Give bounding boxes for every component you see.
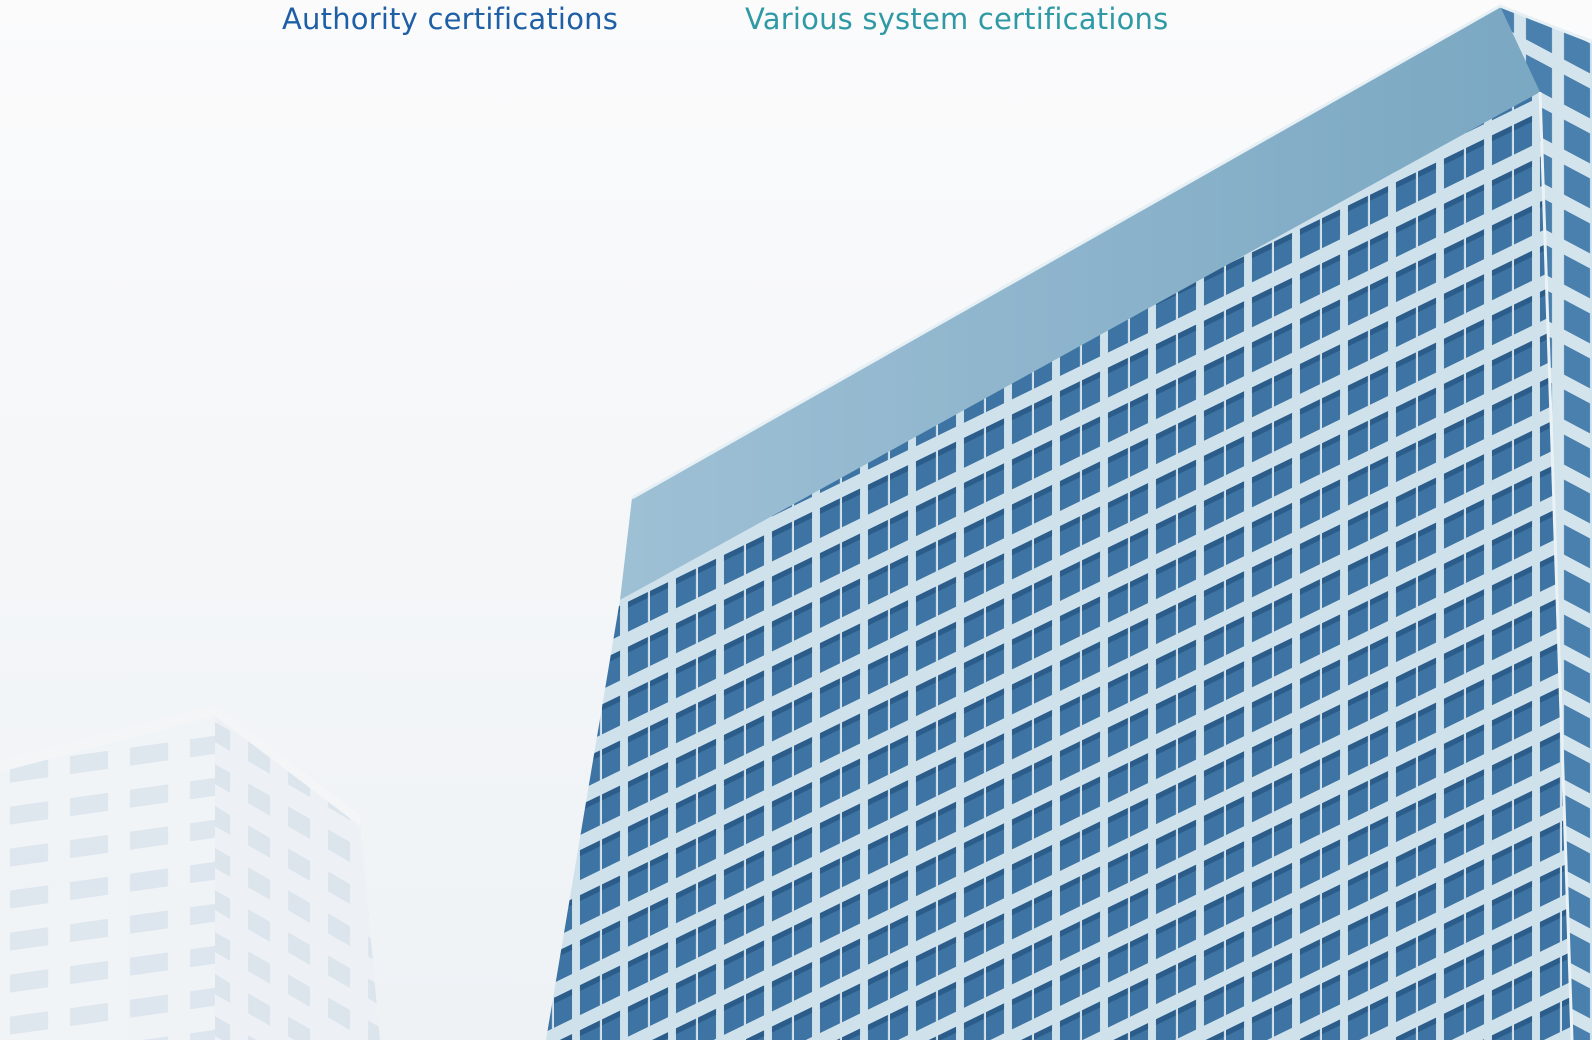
tab-various-system-certifications[interactable]: Various system certifications [745,2,1168,36]
certification-tabs: Authority certifications Various system … [0,0,1592,44]
tab-authority-certifications[interactable]: Authority certifications [282,2,618,36]
certifications-page: Authority certifications Various system … [0,0,1592,1040]
building-photo [0,0,1592,1040]
